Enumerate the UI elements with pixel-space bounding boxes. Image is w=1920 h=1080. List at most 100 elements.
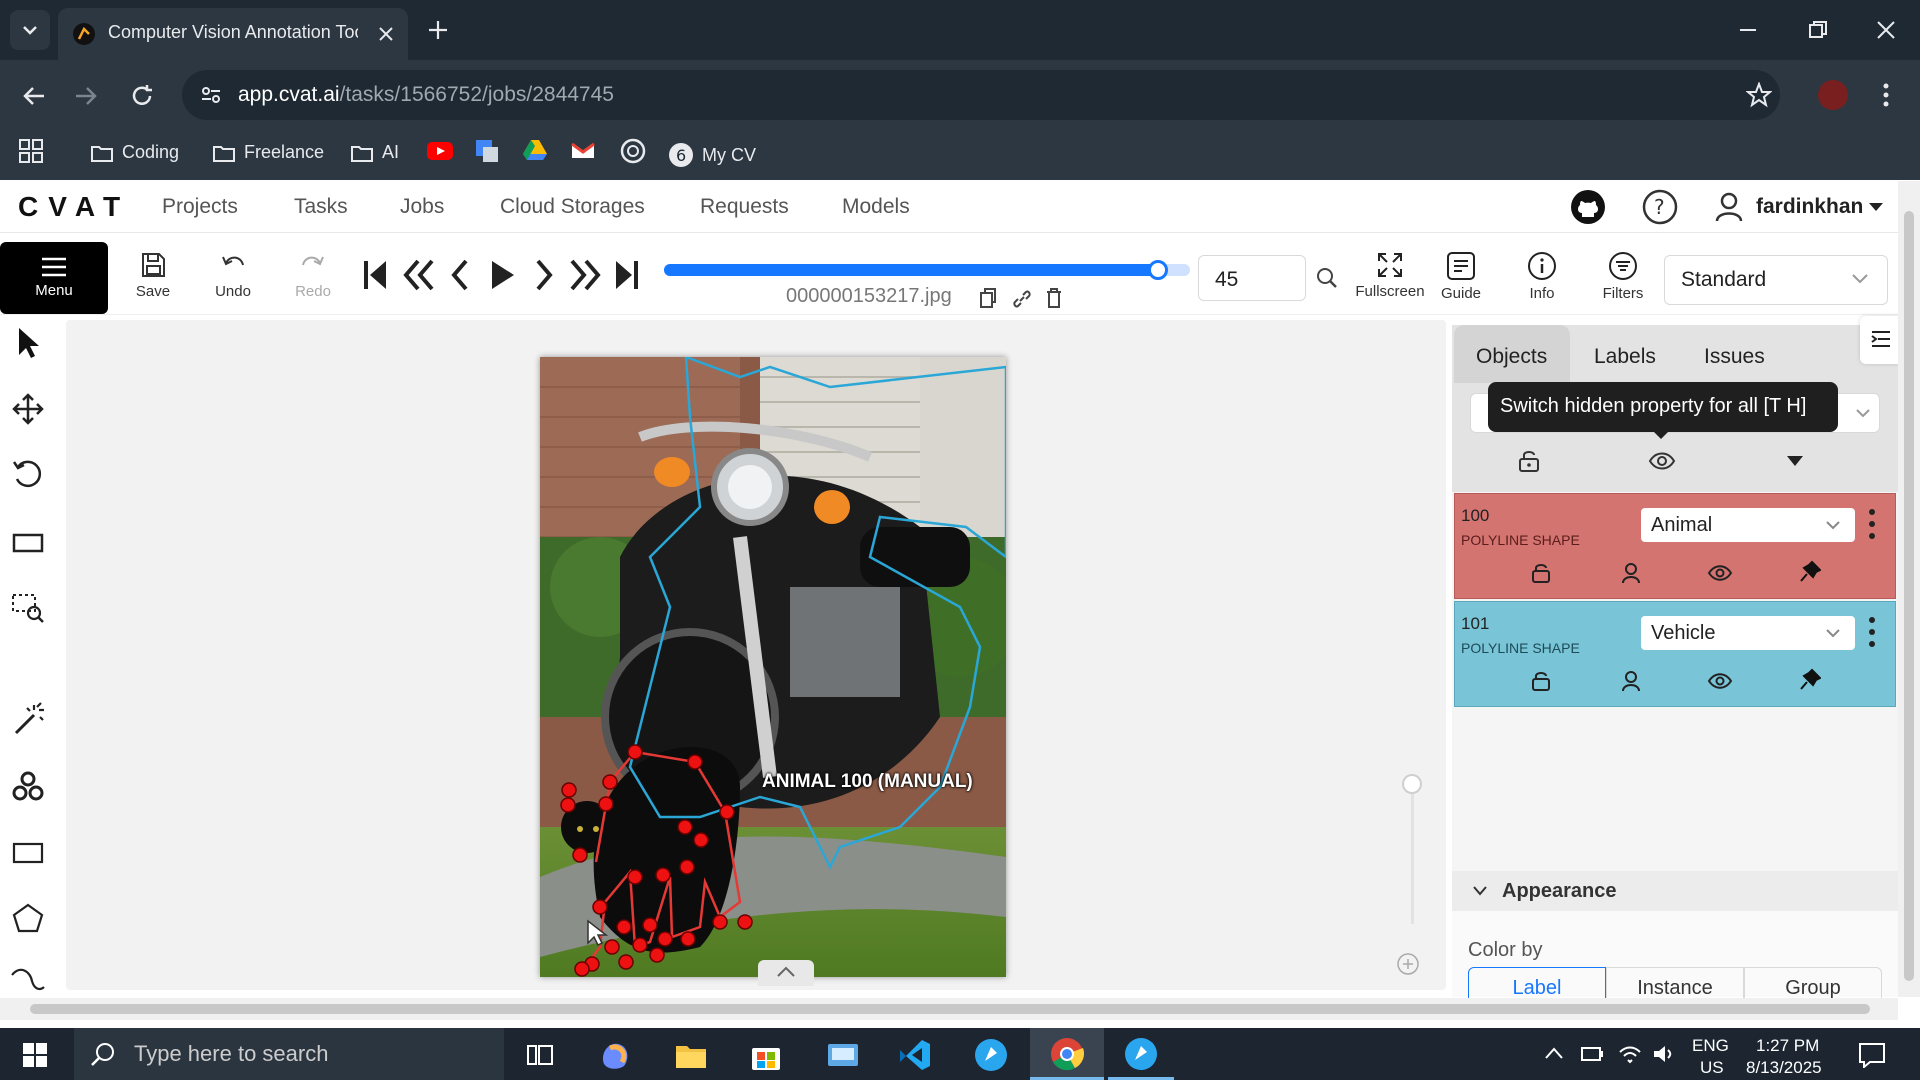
fast-forward-icon[interactable]: [568, 259, 602, 291]
youtube-icon[interactable]: [426, 140, 454, 162]
filters-button[interactable]: Filters: [1588, 251, 1658, 302]
next-frame-icon[interactable]: [532, 259, 556, 291]
frame-number-input[interactable]: 45: [1198, 255, 1306, 301]
nav-cloud-storages[interactable]: Cloud Storages: [500, 195, 645, 219]
save-button[interactable]: Save: [118, 251, 188, 300]
redo-button[interactable]: Redo: [278, 251, 348, 300]
last-frame-icon[interactable]: [614, 259, 640, 291]
bookmark-coding[interactable]: Coding: [90, 142, 179, 163]
undo-button[interactable]: Undo: [198, 251, 268, 300]
clock-time[interactable]: 1:27 PM: [1756, 1036, 1819, 1056]
show-hidden-icons-icon[interactable]: [1544, 1046, 1564, 1060]
lock-icon[interactable]: [1531, 670, 1551, 692]
app-compass-icon[interactable]: [974, 1038, 1008, 1072]
back-icon[interactable]: [20, 82, 48, 110]
tab-search-button[interactable]: [10, 10, 50, 50]
task-view-icon[interactable]: [526, 1042, 554, 1068]
bookmark-star-icon[interactable]: [1746, 82, 1772, 108]
microsoft-store-icon[interactable]: [750, 1040, 782, 1072]
openai-icon[interactable]: [620, 138, 646, 164]
translate-icon[interactable]: [474, 138, 500, 164]
gmail-icon[interactable]: [570, 140, 596, 160]
play-icon[interactable]: [488, 259, 516, 291]
reload-icon[interactable]: [128, 82, 156, 110]
color-by-instance-option[interactable]: Instance: [1606, 967, 1744, 1001]
browser-menu-icon[interactable]: [1878, 82, 1894, 108]
app-compass-active[interactable]: [1108, 1028, 1174, 1080]
nav-jobs[interactable]: Jobs: [400, 195, 444, 219]
visibility-eye-icon[interactable]: [1707, 564, 1733, 582]
vscode-icon[interactable]: [898, 1038, 932, 1072]
guide-button[interactable]: Guide: [1426, 251, 1496, 302]
windows-start-icon[interactable]: [22, 1042, 48, 1068]
vertical-scrollbar[interactable]: [1898, 181, 1920, 997]
magic-wand-icon[interactable]: [10, 701, 46, 737]
pin-icon[interactable]: [1799, 560, 1821, 584]
bookmark-my-cv[interactable]: 6 My CV: [668, 142, 756, 168]
object-item-100[interactable]: 100 POLYLINE SHAPE Animal: [1454, 493, 1896, 599]
lock-all-icon[interactable]: [1518, 449, 1540, 473]
zoom-in-icon[interactable]: [1396, 952, 1420, 976]
expand-bottom-panel-button[interactable]: [758, 960, 814, 986]
tab-labels[interactable]: Labels: [1594, 345, 1656, 369]
polygon-tool-icon[interactable]: [10, 901, 46, 937]
fit-image-icon[interactable]: [10, 525, 46, 561]
url-bar[interactable]: app.cvat.ai/tasks/1566752/jobs/2844745: [182, 70, 1780, 120]
object-item-101[interactable]: 101 POLYLINE SHAPE Vehicle: [1454, 601, 1896, 707]
fullscreen-button[interactable]: Fullscreen: [1346, 251, 1434, 300]
zoom-slider-handle[interactable]: [1402, 774, 1422, 794]
appearance-header[interactable]: Appearance: [1452, 871, 1898, 911]
tab-objects[interactable]: Objects: [1454, 325, 1570, 383]
bookmark-ai[interactable]: AI: [350, 142, 399, 163]
delete-frame-icon[interactable]: [1044, 287, 1064, 309]
clock-date[interactable]: 8/13/2025: [1746, 1058, 1822, 1078]
site-settings-icon[interactable]: [198, 82, 224, 108]
nav-requests[interactable]: Requests: [700, 195, 789, 219]
caret-down-icon[interactable]: [1868, 201, 1884, 213]
frame-slider[interactable]: [664, 260, 1190, 280]
zoom-area-icon[interactable]: [10, 589, 46, 625]
notification-icon[interactable]: [1858, 1042, 1886, 1068]
profile-avatar[interactable]: [1818, 80, 1848, 110]
google-drive-icon[interactable]: [522, 138, 548, 162]
input-language[interactable]: ENG: [1692, 1036, 1729, 1056]
cvat-logo[interactable]: CVAT: [18, 191, 130, 223]
nav-projects[interactable]: Projects: [162, 195, 238, 219]
workspace-select[interactable]: Standard: [1664, 255, 1888, 305]
cursor-icon[interactable]: [10, 325, 46, 361]
visibility-eye-icon[interactable]: [1707, 672, 1733, 690]
lock-icon[interactable]: [1531, 562, 1551, 584]
menu-button[interactable]: Menu: [0, 242, 108, 314]
file-explorer-icon[interactable]: [674, 1040, 708, 1070]
occluded-user-icon[interactable]: [1621, 670, 1641, 692]
nav-tasks[interactable]: Tasks: [294, 195, 348, 219]
bookmark-freelance[interactable]: Freelance: [212, 142, 324, 163]
occluded-user-icon[interactable]: [1621, 562, 1641, 584]
zoom-slider[interactable]: [1402, 774, 1422, 934]
minimize-icon[interactable]: [1736, 18, 1760, 42]
rectangle-tool-icon[interactable]: [10, 835, 46, 871]
taskbar-search-box[interactable]: Type here to search: [74, 1028, 504, 1080]
polyline-tool-icon[interactable]: [10, 965, 46, 1001]
copy-filename-icon[interactable]: [978, 287, 998, 309]
pin-icon[interactable]: [1799, 668, 1821, 692]
nav-models[interactable]: Models: [842, 195, 910, 219]
close-tab-icon[interactable]: [376, 24, 396, 44]
info-button[interactable]: Info: [1507, 251, 1577, 302]
chrome-taskbar-active[interactable]: [1030, 1028, 1104, 1080]
github-icon[interactable]: [1570, 189, 1606, 225]
apps-grid-icon[interactable]: [18, 138, 44, 164]
annotation-canvas[interactable]: ANIMAL 100 (MANUAL): [66, 320, 1446, 990]
copilot-icon[interactable]: [598, 1038, 632, 1072]
close-window-icon[interactable]: [1874, 18, 1898, 42]
ai-tools-icon[interactable]: [10, 769, 46, 805]
object-label-select[interactable]: Animal: [1641, 508, 1855, 542]
collapse-sidebar-button[interactable]: [1860, 316, 1900, 364]
new-tab-icon[interactable]: [426, 18, 450, 42]
more-options-icon[interactable]: [1867, 508, 1877, 540]
annotation-image[interactable]: ANIMAL 100 (MANUAL): [540, 357, 1006, 977]
browser-tab[interactable]: Computer Vision Annotation Tool: [58, 8, 408, 60]
help-icon[interactable]: ?: [1642, 189, 1678, 225]
search-frame-icon[interactable]: [1316, 267, 1338, 289]
more-options-icon[interactable]: [1867, 616, 1877, 648]
